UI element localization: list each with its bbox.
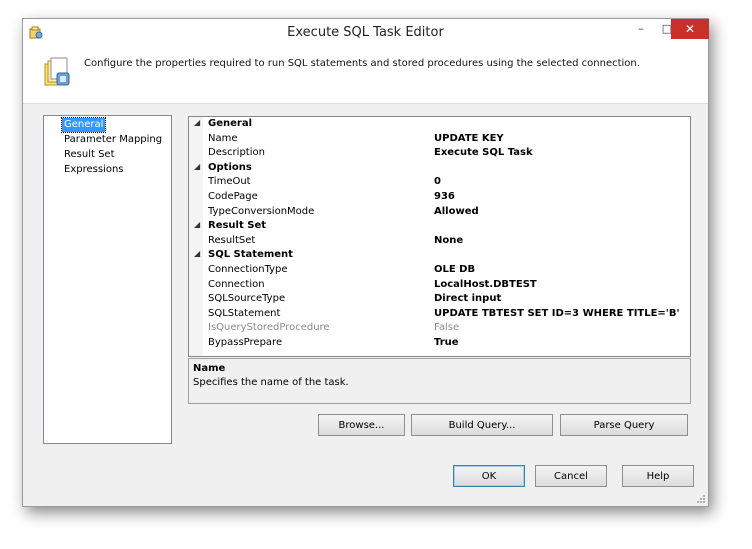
resize-grip-icon[interactable] (696, 494, 706, 504)
browse-button[interactable]: Browse... (318, 414, 405, 436)
property-value: False (434, 322, 460, 334)
property-name: Connection (208, 278, 265, 290)
cancel-button[interactable]: Cancel (535, 465, 607, 487)
category-general[interactable]: ◢ General (189, 117, 690, 132)
collapse-triangle-icon[interactable]: ◢ (194, 220, 200, 229)
title-bar[interactable]: Execute SQL Task Editor – □ ✕ (23, 19, 709, 47)
property-row-codepage[interactable]: CodePage 936 (189, 190, 690, 205)
property-name: ConnectionType (208, 264, 288, 275)
property-name: IsQueryStoredProcedure (208, 322, 330, 334)
property-value[interactable]: Direct input (434, 293, 501, 304)
property-name: TimeOut (208, 176, 251, 188)
property-value[interactable]: OLE DB (434, 264, 475, 275)
category-label: SQL Statement (208, 249, 293, 261)
property-name: Description (208, 147, 265, 159)
property-row-sql-statement[interactable]: SQLStatement UPDATE TBTEST SET ID=3 WHER… (189, 307, 690, 322)
property-name: BypassPrepare (208, 337, 283, 348)
property-name: ResultSet (208, 234, 256, 246)
property-value[interactable]: UPDATE KEY (434, 133, 504, 144)
property-name: CodePage (208, 191, 258, 202)
collapse-triangle-icon[interactable]: ◢ (194, 118, 200, 127)
property-grid: ◢ General Name UPDATE KEY Description Ex… (188, 116, 691, 357)
parse-query-button[interactable]: Parse Query (560, 414, 688, 436)
close-button[interactable]: ✕ (671, 19, 709, 39)
property-row-resultset[interactable]: ResultSet None (189, 234, 690, 249)
category-label: Result Set (208, 220, 267, 232)
property-row-sql-source-type[interactable]: SQLSourceType Direct input (189, 292, 690, 307)
nav-item-result-set[interactable]: Result Set (62, 148, 117, 162)
help-button[interactable]: Help (622, 465, 694, 487)
description-text: Specifies the name of the task. (193, 377, 349, 388)
dialog-window: Execute SQL Task Editor – □ ✕ Configure … (22, 18, 709, 507)
property-row-timeout[interactable]: TimeOut 0 (189, 175, 690, 190)
category-options[interactable]: ◢ Options (189, 161, 690, 176)
property-name: SQLSourceType (208, 293, 286, 305)
header-description: Configure the properties required to run… (84, 58, 640, 69)
collapse-triangle-icon[interactable]: ◢ (194, 249, 200, 258)
property-row-bypass-prepare[interactable]: BypassPrepare True (189, 336, 690, 351)
build-query-button[interactable]: Build Query... (411, 414, 553, 436)
property-value[interactable]: UPDATE TBTEST SET ID=3 WHERE TITLE='B' (434, 308, 680, 319)
property-value[interactable]: Execute SQL Task (434, 147, 533, 158)
window-title: Execute SQL Task Editor (287, 25, 444, 40)
property-value[interactable]: 0 (434, 176, 441, 187)
category-sql-statement[interactable]: ◢ SQL Statement (189, 248, 690, 263)
description-title: Name (193, 363, 226, 374)
property-name: Name (208, 132, 238, 144)
page-list: General Parameter Mapping Result Set Exp… (43, 115, 172, 444)
sql-task-icon (41, 56, 71, 88)
property-row-connection-type[interactable]: ConnectionType OLE DB (189, 263, 690, 278)
property-row-name[interactable]: Name UPDATE KEY (189, 132, 690, 147)
minimize-button[interactable]: – (627, 19, 655, 39)
ok-button[interactable]: OK (453, 465, 525, 487)
header-panel: Configure the properties required to run… (23, 47, 708, 104)
property-description-panel: Name Specifies the name of the task. (188, 358, 691, 404)
property-value[interactable]: 936 (434, 191, 455, 202)
property-value[interactable]: None (434, 235, 463, 246)
property-row-is-query-stored-procedure: IsQueryStoredProcedure False (189, 321, 690, 336)
collapse-triangle-icon[interactable]: ◢ (194, 162, 200, 171)
property-row-type-conversion-mode[interactable]: TypeConversionMode Allowed (189, 205, 690, 220)
nav-item-general[interactable]: General (60, 117, 107, 133)
property-name: TypeConversionMode (208, 205, 315, 217)
property-value[interactable]: LocalHost.DBTEST (434, 279, 537, 290)
property-value[interactable]: Allowed (434, 206, 479, 217)
property-name: SQLStatement (208, 307, 281, 319)
nav-item-parameter-mapping[interactable]: Parameter Mapping (62, 133, 164, 147)
nav-item-expressions[interactable]: Expressions (62, 163, 126, 177)
property-row-description[interactable]: Description Execute SQL Task (189, 146, 690, 161)
property-value[interactable]: True (434, 337, 459, 348)
property-row-connection[interactable]: Connection LocalHost.DBTEST (189, 278, 690, 293)
category-result-set[interactable]: ◢ Result Set (189, 219, 690, 234)
category-label: Options (208, 161, 252, 173)
category-label: General (208, 118, 252, 129)
